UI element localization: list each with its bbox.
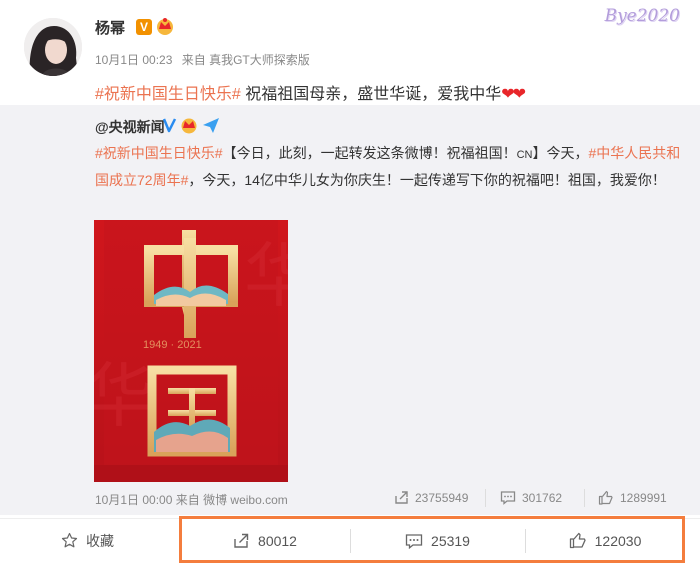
post-text: #祝新中国生日快乐# 祝福祖国母亲，盛世华诞，爱我中华❤❤ bbox=[95, 80, 526, 104]
watermark: Bye2020 bbox=[604, 6, 680, 26]
repost-comment-count: 301762 bbox=[522, 490, 563, 505]
crown-badge-icon bbox=[155, 17, 175, 35]
crown-badge-icon bbox=[181, 118, 197, 134]
repost-time[interactable]: 10月1日 00:00 bbox=[95, 493, 172, 507]
repost-comment-stat[interactable]: 301762 bbox=[500, 490, 562, 505]
poster-years: 1949 · 2021 bbox=[143, 339, 202, 351]
post-source: 来自 真我GT大师探索版 bbox=[181, 53, 310, 67]
send-icon bbox=[203, 118, 219, 133]
post-meta: 10月1日 00:23 来自 真我GT大师探索版 bbox=[95, 51, 316, 68]
repost-body-2: 】今天， bbox=[532, 145, 589, 161]
highlight-box bbox=[179, 516, 685, 563]
star-icon bbox=[61, 532, 78, 548]
repost-badges bbox=[162, 116, 222, 139]
repost-meta: 10月1日 00:00 来自 微博 weibo.com bbox=[95, 491, 288, 508]
favorite-button[interactable]: 收藏 bbox=[0, 518, 175, 563]
repost-like-count: 1289991 bbox=[620, 490, 667, 505]
repost-author[interactable]: @央视新闻 bbox=[95, 117, 165, 137]
verified-badge-icon: V bbox=[136, 19, 152, 35]
stat-divider bbox=[485, 489, 486, 507]
repost-like-stat[interactable]: 1289991 bbox=[598, 490, 667, 505]
repost-hashtag-1[interactable]: #祝新中国生日快乐# bbox=[95, 145, 223, 161]
repost-source: 来自 微博 weibo.com bbox=[175, 493, 288, 507]
repost-text: #祝新中国生日快乐#【今日，此刻，一起转发这条微博！祝福祖国！CN】今天，#中华… bbox=[95, 141, 685, 193]
hashtag-link[interactable]: #祝新中国生日快乐# bbox=[95, 86, 241, 103]
svg-text:华: 华 bbox=[244, 235, 288, 317]
favorite-label: 收藏 bbox=[86, 532, 114, 549]
heart-emoji-icon: ❤❤ bbox=[501, 86, 526, 103]
cn-flag-text: CN bbox=[516, 149, 533, 161]
share-icon bbox=[395, 491, 408, 504]
repost-share-count: 23755949 bbox=[415, 490, 469, 505]
avatar[interactable] bbox=[24, 18, 82, 76]
svg-text:华: 华 bbox=[94, 355, 154, 437]
author-name[interactable]: 杨幂 bbox=[95, 17, 125, 38]
post-body: 祝福祖国母亲，盛世华诞，爱我中华 bbox=[240, 86, 502, 103]
post-time[interactable]: 10月1日 00:23 bbox=[95, 53, 172, 67]
repost-body-1: 【今日，此刻，一起转发这条微博！祝福祖国！ bbox=[222, 145, 517, 161]
stat-divider bbox=[584, 489, 585, 507]
poster-image[interactable]: 华 华 1949 · 2021 bbox=[94, 220, 288, 482]
repost-body-3: ，今天，14亿中华儿女为你庆生！一起传递写下你的祝福吧！祖国，我爱你！ bbox=[188, 172, 666, 188]
repost-share-stat[interactable]: 23755949 bbox=[394, 490, 468, 505]
comment-icon bbox=[500, 491, 516, 505]
thumbs-up-icon bbox=[598, 490, 613, 505]
verified-blue-icon bbox=[162, 118, 177, 133]
